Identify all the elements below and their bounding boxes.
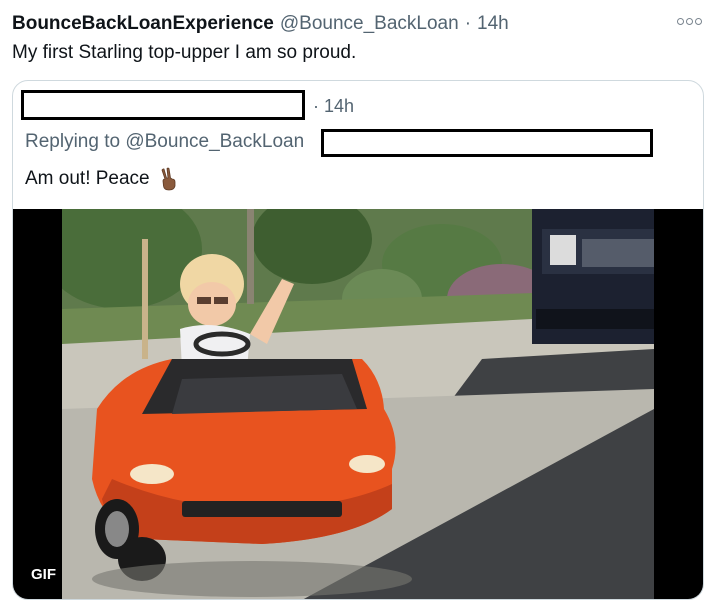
redacted-author-box [21,90,305,120]
quote-text-content: Am out! Peace [25,168,150,189]
gif-frame-image [62,209,654,599]
tweet-header: BounceBackLoanExperience @Bounce_BackLoa… [12,10,509,38]
tweet-text: My first Starling top-upper I am so prou… [12,42,357,63]
more-options-button[interactable] [676,14,702,28]
tweet-timestamp[interactable]: 14h [477,13,509,35]
author-handle[interactable]: @Bounce_BackLoan [280,13,459,35]
separator-dot: · [464,13,472,34]
replying-to-line: Replying to @Bounce_BackLoan [25,131,304,153]
victory-hand-icon [158,167,180,191]
replying-to-label: Replying to [25,131,121,152]
quote-timestamp[interactable]: · 14h [313,96,354,117]
redacted-reply-box [321,129,653,157]
replying-to-handle[interactable]: @Bounce_BackLoan [125,131,304,152]
gif-badge: GIF [25,563,62,586]
gif-media[interactable]: GIF [13,209,703,599]
more-horizontal-icon [676,17,684,25]
author-name[interactable]: BounceBackLoanExperience [12,13,274,35]
quoted-tweet-card[interactable]: · 14h Replying to @Bounce_BackLoan Am ou… [12,80,704,600]
quote-text: Am out! Peace [25,167,180,191]
